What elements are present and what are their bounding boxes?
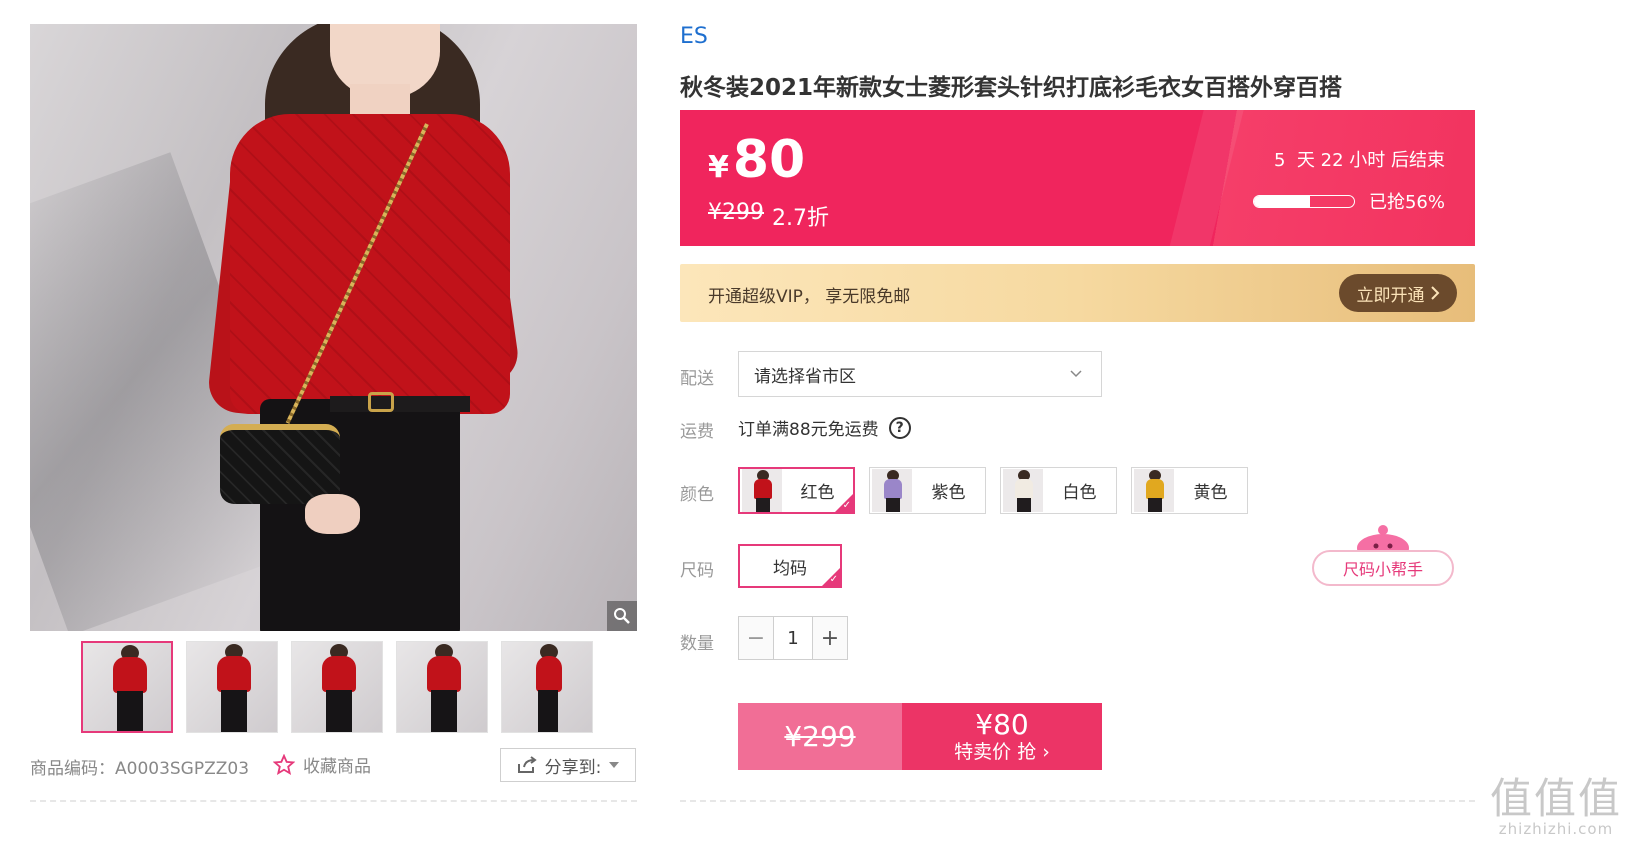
size-option-one-size[interactable]: 均码 ✓ xyxy=(738,544,842,588)
favorite-label: 收藏商品 xyxy=(303,757,371,777)
share-icon xyxy=(517,756,537,773)
thumbnail-strip xyxy=(81,641,593,733)
freight-info: 订单满88元免运费 ? xyxy=(738,415,911,440)
photo-hand xyxy=(305,494,360,534)
star-icon xyxy=(273,753,295,775)
thumbnail[interactable] xyxy=(291,641,383,733)
sold-progress: 已抢56% xyxy=(1252,188,1445,214)
color-option-purple[interactable]: 紫色 xyxy=(869,467,986,514)
sku-code: 商品编码：A0003SGPZZ03 xyxy=(30,759,250,779)
original-price-row: ¥299 2.7折 xyxy=(708,200,829,232)
currency-symbol: ¥ xyxy=(708,150,729,185)
buy-sale-section: ¥80 特卖价 抢 › xyxy=(902,703,1102,770)
buy-button[interactable]: ¥299 ¥80 特卖价 抢 › xyxy=(738,703,1102,770)
sold-percent: 已抢56% xyxy=(1368,192,1445,213)
size-name: 均码 xyxy=(773,558,807,579)
thumbnail[interactable] xyxy=(501,641,593,733)
banner-decoration xyxy=(1161,110,1249,246)
product-title: 秋冬装2021年新款女士菱形套头针织打底衫毛衣女百搭外穿百搭 xyxy=(680,75,1343,101)
photo-belt xyxy=(330,396,470,412)
thumbnail[interactable] xyxy=(186,641,278,733)
vip-open-button[interactable]: 立即开通 xyxy=(1339,274,1457,312)
quantity-increase-button[interactable]: + xyxy=(813,617,847,659)
chevron-down-icon xyxy=(1070,370,1082,378)
photo-sweater xyxy=(230,114,510,414)
color-option-yellow[interactable]: 黄色 xyxy=(1131,467,1248,514)
vip-button-label: 立即开通 xyxy=(1356,285,1425,306)
freight-label: 运费 xyxy=(680,422,714,442)
freight-text: 订单满88元免运费 xyxy=(738,420,879,440)
divider xyxy=(30,800,637,802)
share-label: 分享到: xyxy=(544,757,602,778)
watermark-logo: 值值值 xyxy=(1489,774,1622,823)
color-option-red[interactable]: 红色 ✓ xyxy=(738,467,855,514)
price-value: 80 xyxy=(732,130,806,190)
color-name: 紫色 xyxy=(931,483,966,503)
vip-text: 开通超级VIP， 享无限免邮 xyxy=(708,287,911,307)
caret-down-icon xyxy=(609,762,620,768)
progress-fill xyxy=(1253,195,1310,207)
color-thumbnail xyxy=(872,469,912,512)
check-icon: ✓ xyxy=(829,574,838,585)
divider xyxy=(680,800,1475,802)
share-dropdown[interactable]: 分享到: xyxy=(500,748,636,782)
region-placeholder: 请选择省市区 xyxy=(754,366,856,387)
original-price: ¥299 xyxy=(708,200,764,225)
thumbnail[interactable] xyxy=(81,641,173,733)
gallery-footer: 商品编码：A0003SGPZZ03 收藏商品 分享到: xyxy=(30,746,637,792)
favorite-button[interactable]: 收藏商品 xyxy=(273,752,371,777)
promo-price: ¥ 80 xyxy=(708,130,805,190)
vip-banner: 开通超级VIP， 享无限免邮 立即开通 xyxy=(680,264,1475,322)
buy-action-label: 特卖价 抢 › xyxy=(954,740,1050,763)
watermark: 值值值 zhizhizhi.com xyxy=(1489,774,1622,839)
watermark-url: zhizhizhi.com xyxy=(1498,820,1614,838)
discount-label: 2.7折 xyxy=(772,206,829,231)
product-gallery: 商品编码：A0003SGPZZ03 收藏商品 分享到: xyxy=(30,24,640,782)
countdown-timer: 5 天 22 小时 后结束 xyxy=(1274,150,1445,171)
promo-banner: ¥ 80 ¥299 2.7折 5 天 22 小时 后结束 已抢56% xyxy=(680,110,1475,246)
buy-original-price: ¥299 xyxy=(738,703,902,770)
color-option-white[interactable]: 白色 xyxy=(1000,467,1117,514)
region-select[interactable]: 请选择省市区 xyxy=(738,351,1102,397)
color-name: 黄色 xyxy=(1193,483,1228,503)
color-thumbnail xyxy=(1134,469,1174,512)
buy-original-price-text: ¥299 xyxy=(784,720,856,753)
main-product-image[interactable] xyxy=(30,24,637,631)
color-thumbnail xyxy=(1003,469,1043,512)
help-icon[interactable]: ? xyxy=(888,416,911,439)
quantity-input[interactable]: 1 xyxy=(773,617,813,659)
buy-sale-price: ¥80 xyxy=(975,708,1029,742)
delivery-label: 配送 xyxy=(680,369,714,389)
color-options: 红色 ✓ 紫色 白色 黄色 xyxy=(738,467,1248,514)
product-info: ES 秋冬装2021年新款女士菱形套头针织打底衫毛衣女百搭外穿百搭 ¥ 80 ¥… xyxy=(680,24,1480,802)
zoom-icon[interactable] xyxy=(607,601,637,631)
progress-bar xyxy=(1252,194,1355,208)
brand-link[interactable]: ES xyxy=(680,24,1480,49)
color-name: 白色 xyxy=(1062,483,1097,503)
quantity-stepper: − 1 + xyxy=(738,616,848,660)
photo-buckle xyxy=(368,392,394,412)
quantity-decrease-button[interactable]: − xyxy=(739,617,773,659)
color-thumbnail xyxy=(742,469,782,512)
quantity-label: 数量 xyxy=(680,634,714,654)
thumbnail[interactable] xyxy=(396,641,488,733)
size-helper[interactable]: 尺码小帮手 xyxy=(1312,522,1454,590)
chevron-right-icon xyxy=(1430,286,1439,300)
check-icon: ✓ xyxy=(842,500,851,511)
color-label: 颜色 xyxy=(680,485,714,505)
size-label: 尺码 xyxy=(680,561,714,581)
photo-bag xyxy=(220,424,340,504)
size-helper-button: 尺码小帮手 xyxy=(1312,550,1454,586)
